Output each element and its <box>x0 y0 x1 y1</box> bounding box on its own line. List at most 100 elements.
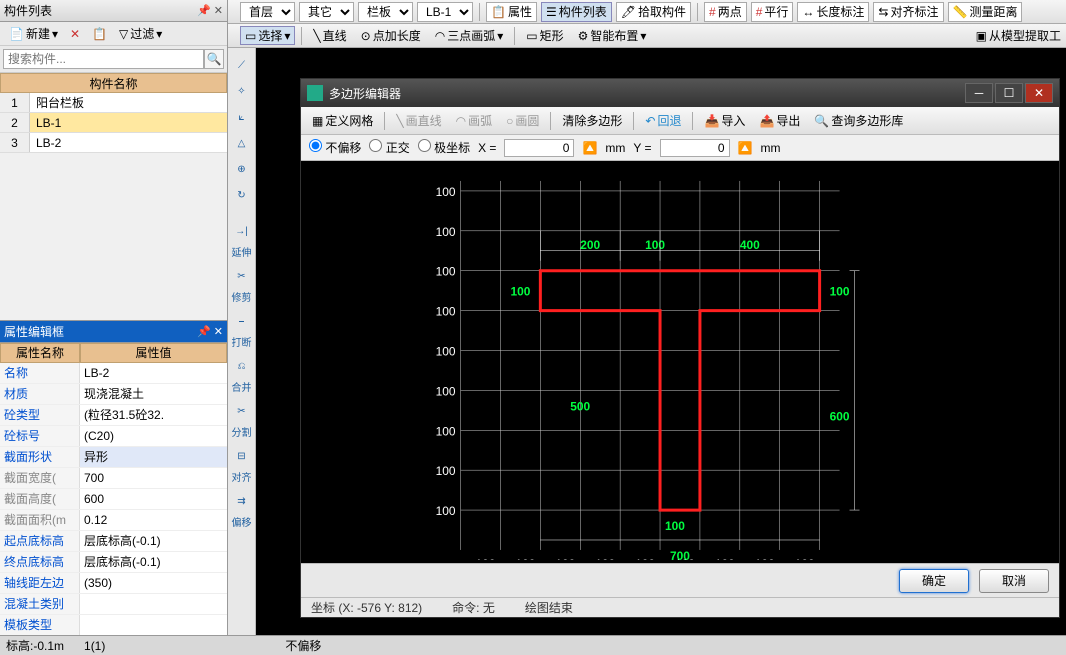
item-select[interactable]: LB-1 <box>417 2 473 22</box>
new-button[interactable]: 📄新建▾ <box>4 24 63 43</box>
smart-layout-button[interactable]: ⚙智能布置▾ <box>573 26 652 45</box>
prop-value[interactable]: (粒径31.5砼32. <box>80 405 227 425</box>
cancel-button[interactable]: 取消 <box>979 569 1049 593</box>
import-button[interactable]: 📥导入 <box>699 111 750 130</box>
prop-row[interactable]: 模板类型 <box>0 615 227 635</box>
prop-value[interactable]: 600 <box>80 489 227 509</box>
prop-value[interactable]: 层底标高(-0.1) <box>80 531 227 551</box>
delete-button[interactable]: ✕ <box>65 26 85 42</box>
define-grid-button[interactable]: ▦定义网格 <box>307 111 378 130</box>
clear-polygon-button[interactable]: 清除多边形 <box>557 111 627 130</box>
ok-button[interactable]: 确定 <box>899 569 969 593</box>
svg-text:100: 100 <box>755 557 775 560</box>
polar-radio[interactable]: 极坐标 <box>418 139 470 156</box>
point-length-button[interactable]: ⊙点加长度 <box>356 26 426 45</box>
prop-name: 截面形状 <box>0 447 80 467</box>
prop-row[interactable]: 截面宽度(700 <box>0 468 227 489</box>
table-row[interactable]: 1 阳台栏板 <box>0 93 227 113</box>
close-button[interactable]: ✕ <box>1025 83 1053 103</box>
prop-row[interactable]: 轴线距左边(350) <box>0 573 227 594</box>
floor-select[interactable]: 首层 <box>240 2 295 22</box>
pin-icon[interactable]: 📌 ✕ <box>197 4 223 17</box>
x-input[interactable] <box>504 139 574 157</box>
prop-row[interactable]: 混凝土类别 <box>0 594 227 615</box>
tool-icon[interactable]: ↻ <box>231 184 253 206</box>
extend-tool[interactable]: →| <box>231 220 253 242</box>
prop-value[interactable]: 异形 <box>80 447 227 467</box>
draw-circle-button[interactable]: ○画圆 <box>501 111 544 130</box>
two-point-button[interactable]: #两点 <box>704 2 747 22</box>
break-tool[interactable]: ⎯ <box>231 310 253 332</box>
prop-value[interactable]: LB-2 <box>80 363 227 383</box>
unit-label: mm <box>760 141 780 155</box>
undo-button[interactable]: ↶回退 <box>640 111 686 130</box>
prop-value[interactable]: 层底标高(-0.1) <box>80 552 227 572</box>
y-input[interactable] <box>660 139 730 157</box>
ortho-radio[interactable]: 正交 <box>369 139 409 156</box>
dialog-title: 多边形编辑器 <box>329 85 963 102</box>
grid-body: 1 阳台栏板 2 LB-1 3 LB-2 <box>0 93 227 153</box>
coord-bar: 不偏移 正交 极坐标 X = 🔼 mm Y = 🔼 mm <box>301 135 1059 161</box>
minimize-button[interactable]: ─ <box>965 83 993 103</box>
component-list-button[interactable]: ☰构件列表 <box>541 2 612 22</box>
align-tool[interactable]: ⊟ <box>231 445 253 467</box>
copy-button[interactable]: 📋 <box>87 26 112 42</box>
grid-column-header: 构件名称 <box>0 73 227 93</box>
measure-button[interactable]: 📏测量距离 <box>948 2 1023 22</box>
titlebar[interactable]: 多边形编辑器 ─ ☐ ✕ <box>301 79 1059 107</box>
prop-value[interactable]: 700 <box>80 468 227 488</box>
prop-row[interactable]: 材质现浇混凝土 <box>0 384 227 405</box>
prop-row[interactable]: 砼类型(粒径31.5砼32. <box>0 405 227 426</box>
prop-row[interactable]: 终点底标高层底标高(-0.1) <box>0 552 227 573</box>
query-library-button[interactable]: 🔍查询多边形库 <box>809 111 908 130</box>
coord-readout: 坐标 (X: -576 Y: 812) <box>311 599 422 616</box>
parallel-button[interactable]: #平行 <box>751 2 794 22</box>
tool-icon[interactable]: ⟀ <box>231 106 253 128</box>
draw-arc-button[interactable]: ◠画弧 <box>451 111 498 130</box>
tool-icon[interactable]: ✧ <box>231 80 253 102</box>
offset-tool[interactable]: ⇉ <box>231 490 253 512</box>
prop-value[interactable]: (C20) <box>80 426 227 446</box>
type-select[interactable]: 栏板 <box>358 2 413 22</box>
search-input[interactable] <box>3 49 204 69</box>
filter-button[interactable]: ▽过滤▾ <box>114 24 167 43</box>
category-select[interactable]: 其它 <box>299 2 354 22</box>
draw-line-button[interactable]: ╲画直线 <box>391 111 446 130</box>
tool-icon[interactable]: ⊕ <box>231 158 253 180</box>
length-dim-button[interactable]: ↔长度标注 <box>797 2 869 22</box>
tool-icon[interactable]: ⟋ <box>231 54 253 76</box>
elevation-readout: 标高:-0.1m <box>6 637 64 654</box>
prop-value[interactable] <box>80 615 227 635</box>
dialog-toolbar: ▦定义网格 ╲画直线 ◠画弧 ○画圆 清除多边形 ↶回退 📥导入 📤导出 🔍查询… <box>301 107 1059 135</box>
no-offset-radio[interactable]: 不偏移 <box>309 139 361 156</box>
merge-tool[interactable]: ⎌ <box>231 355 253 377</box>
select-button[interactable]: ▭选择▾ <box>240 26 295 45</box>
prop-row[interactable]: 起点底标高层底标高(-0.1) <box>0 531 227 552</box>
tool-icon[interactable]: △ <box>231 132 253 154</box>
maximize-button[interactable]: ☐ <box>995 83 1023 103</box>
pin-icon[interactable]: 📌 ✕ <box>197 325 223 338</box>
three-arc-button[interactable]: ◠三点画弧▾ <box>430 26 509 45</box>
trim-tool[interactable]: ✂ <box>231 265 253 287</box>
rect-button[interactable]: ▭矩形 <box>521 26 568 45</box>
prop-value[interactable]: (350) <box>80 573 227 593</box>
from-model-button[interactable]: ▣从模型提取工 <box>971 26 1066 45</box>
export-button[interactable]: 📤导出 <box>754 111 805 130</box>
align-dim-button[interactable]: ⇆对齐标注 <box>873 2 943 22</box>
properties-button[interactable]: 📋属性 <box>486 2 537 22</box>
prop-row[interactable]: 名称LB-2 <box>0 363 227 384</box>
line-button[interactable]: ╲直线 <box>308 26 351 45</box>
search-button[interactable]: 🔍 <box>204 49 224 69</box>
table-row[interactable]: 2 LB-1 <box>0 113 227 133</box>
prop-row[interactable]: 砼标号(C20) <box>0 426 227 447</box>
prop-row[interactable]: 截面形状异形 <box>0 447 227 468</box>
prop-value[interactable]: 现浇混凝土 <box>80 384 227 404</box>
prop-row[interactable]: 截面面积(m0.12 <box>0 510 227 531</box>
prop-value[interactable] <box>80 594 227 614</box>
prop-value[interactable]: 0.12 <box>80 510 227 530</box>
pick-component-button[interactable]: 🖊拾取构件 <box>616 2 691 22</box>
split-tool[interactable]: ✂ <box>231 400 253 422</box>
table-row[interactable]: 3 LB-2 <box>0 133 227 153</box>
polygon-canvas[interactable]: 200 100 400 100 100 500 600 100 700 1001… <box>301 161 1059 563</box>
prop-row[interactable]: 截面高度(600 <box>0 489 227 510</box>
